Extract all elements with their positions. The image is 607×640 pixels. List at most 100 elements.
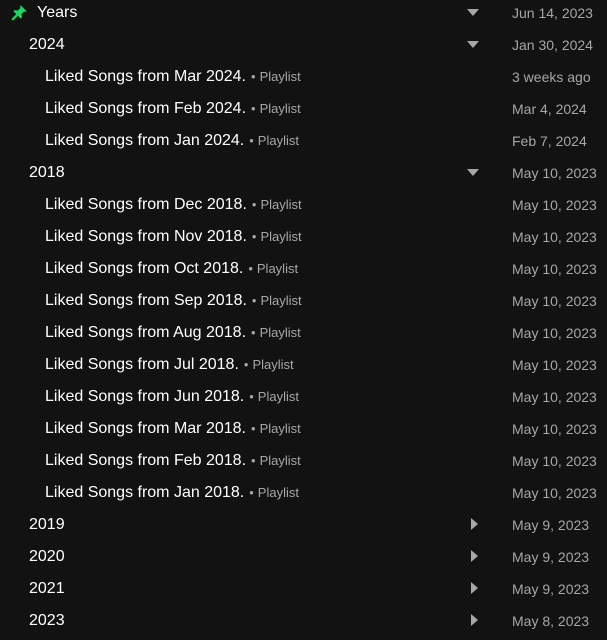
playlist-type: Playlist (260, 293, 302, 308)
playlist-title-line: Liked Songs from Dec 2018. • Playlist (45, 196, 302, 214)
separator-dot: • (249, 485, 254, 500)
playlist-row[interactable]: Liked Songs from Nov 2018. • Playlist May 1… (0, 224, 607, 256)
date-added: May 8, 2023 (512, 613, 590, 629)
date-added: May 9, 2023 (512, 581, 590, 597)
playlist-row[interactable]: Liked Songs from Feb 2018. • Playlist May 1… (0, 448, 607, 480)
playlist-type: Playlist (259, 421, 301, 436)
chevron-right-icon[interactable] (469, 517, 479, 531)
playlist-type: Playlist (256, 261, 299, 276)
date-added: May 10, 2023 (512, 261, 597, 277)
date-added: May 10, 2023 (512, 485, 597, 501)
separator-dot: • (249, 133, 254, 148)
date-added: May 10, 2023 (512, 421, 597, 437)
playlist-title-line: Liked Songs from Jun 2018. • Playlist (45, 388, 299, 406)
separator-dot: • (251, 197, 257, 212)
playlist-title-line: Liked Songs from Jan 2018. • Playlist (45, 484, 299, 502)
folder-row-years[interactable]: Years Jun 14, 2023 (0, 0, 607, 32)
date-added: Jan 30, 2024 (512, 37, 593, 53)
playlist-title-line: Liked Songs from Jan 2024. • Playlist (45, 132, 299, 150)
date-added: Mar 4, 2024 (512, 101, 587, 117)
separator-dot: • (251, 229, 257, 244)
playlist-title-line: Liked Songs from Mar 2024. • Playlist (45, 68, 301, 86)
date-added: May 10, 2023 (512, 389, 597, 405)
playlist-row[interactable]: Liked Songs from Feb 2024. • Playlist Mar 4… (0, 96, 607, 128)
chevron-right-icon[interactable] (469, 581, 479, 595)
separator-dot: • (251, 293, 257, 308)
playlist-type: Playlist (260, 197, 302, 212)
folder-row-2021[interactable]: 2021 May 9, 2023 (0, 576, 607, 608)
chevron-down-icon[interactable] (466, 39, 480, 49)
folder-title: 2019 (29, 516, 65, 533)
separator-dot: • (251, 69, 256, 84)
separator-dot: • (251, 421, 256, 436)
date-added: May 9, 2023 (512, 549, 590, 565)
date-added: May 10, 2023 (512, 197, 597, 213)
folder-title: 2020 (29, 548, 65, 565)
playlist-row[interactable]: Liked Songs from Mar 2024. • Playlist 3 wee… (0, 64, 607, 96)
date-added: May 10, 2023 (512, 325, 597, 341)
date-added: May 10, 2023 (512, 453, 597, 469)
separator-dot: • (251, 325, 256, 340)
playlist-type: Playlist (259, 69, 301, 84)
playlist-row[interactable]: Liked Songs from Mar 2018. • Playlist May 1… (0, 416, 607, 448)
folder-row-2018[interactable]: 2018 May 10, 2023 (0, 160, 607, 192)
separator-dot: • (251, 453, 256, 468)
playlist-title-line: Liked Songs from Jul 2018. • Playlist (45, 356, 294, 374)
folder-title: 2018 (29, 164, 65, 181)
folder-title: 2024 (29, 36, 65, 53)
folder-row-2024[interactable]: 2024 Jan 30, 2024 (0, 32, 607, 64)
playlist-row[interactable]: Liked Songs from Jul 2018. • Playlist May 1… (0, 352, 607, 384)
playlist-title-line: Liked Songs from Oct 2018. • Playlist (45, 260, 298, 278)
chevron-right-icon[interactable] (469, 549, 479, 563)
playlist-title-line: Liked Songs from Feb 2024. • Playlist (45, 100, 301, 118)
playlist-title: Liked Songs from Feb 2018. (45, 452, 247, 469)
date-added: Jun 14, 2023 (512, 5, 593, 21)
playlist-type: Playlist (259, 101, 301, 116)
playlist-row[interactable]: Liked Songs from Jun 2018. • Playlist May 1… (0, 384, 607, 416)
playlist-title: Liked Songs from Jan 2024. (45, 132, 245, 149)
playlist-title: Liked Songs from Dec 2018. (45, 196, 247, 213)
playlist-title: Liked Songs from Jun 2018. (45, 388, 245, 405)
folder-row-2023[interactable]: 2023 May 8, 2023 (0, 608, 607, 640)
playlist-type: Playlist (259, 325, 301, 340)
date-added: May 10, 2023 (512, 229, 597, 245)
folder-title: 2023 (29, 612, 65, 629)
playlist-title: Liked Songs from Mar 2018. (45, 420, 246, 437)
playlist-type: Playlist (260, 229, 302, 244)
date-added: 3 weeks ago (512, 69, 591, 85)
playlist-title: Liked Songs from Nov 2018. (45, 228, 247, 245)
playlist-title: Liked Songs from Mar 2024. (45, 68, 246, 85)
playlist-row[interactable]: Liked Songs from Jan 2024. • Playlist Feb 7… (0, 128, 607, 160)
chevron-down-icon[interactable] (466, 167, 480, 177)
playlist-title: Liked Songs from Oct 2018. (45, 260, 244, 277)
playlist-row[interactable]: Liked Songs from Sep 2018. • Playlist May 1… (0, 288, 607, 320)
separator-dot: • (251, 101, 256, 116)
playlist-row[interactable]: Liked Songs from Oct 2018. • Playlist May 1… (0, 256, 607, 288)
date-added: May 10, 2023 (512, 165, 597, 181)
chevron-down-icon[interactable] (466, 7, 480, 17)
date-added: May 9, 2023 (512, 517, 590, 533)
playlist-type: Playlist (257, 389, 299, 404)
pin-icon (11, 5, 27, 21)
date-added: May 10, 2023 (512, 293, 597, 309)
separator-dot: • (249, 389, 254, 404)
folder-title: Years (37, 4, 78, 21)
separator-dot: • (243, 357, 249, 372)
playlist-row[interactable]: Liked Songs from Dec 2018. • Playlist May 1… (0, 192, 607, 224)
playlist-type: Playlist (252, 357, 294, 372)
playlist-title-line: Liked Songs from Aug 2018. • Playlist (45, 324, 301, 342)
playlist-title: Liked Songs from Jan 2018. (45, 484, 245, 501)
chevron-right-icon[interactable] (469, 613, 479, 627)
playlist-title-line: Liked Songs from Sep 2018. • Playlist (45, 292, 302, 310)
playlist-title-line: Liked Songs from Mar 2018. • Playlist (45, 420, 301, 438)
playlist-row[interactable]: Liked Songs from Aug 2018. • Playlist May 1… (0, 320, 607, 352)
folder-title: 2021 (29, 580, 65, 597)
date-added: Feb 7, 2024 (512, 133, 587, 149)
playlist-type: Playlist (259, 453, 301, 468)
folder-row-2019[interactable]: 2019 May 9, 2023 (0, 512, 607, 544)
folder-row-2020[interactable]: 2020 May 9, 2023 (0, 544, 607, 576)
playlist-type: Playlist (257, 133, 299, 148)
playlist-row[interactable]: Liked Songs from Jan 2018. • Playlist May 1… (0, 480, 607, 512)
playlist-title-line: Liked Songs from Nov 2018. • Playlist (45, 228, 302, 246)
date-added: May 10, 2023 (512, 357, 597, 373)
